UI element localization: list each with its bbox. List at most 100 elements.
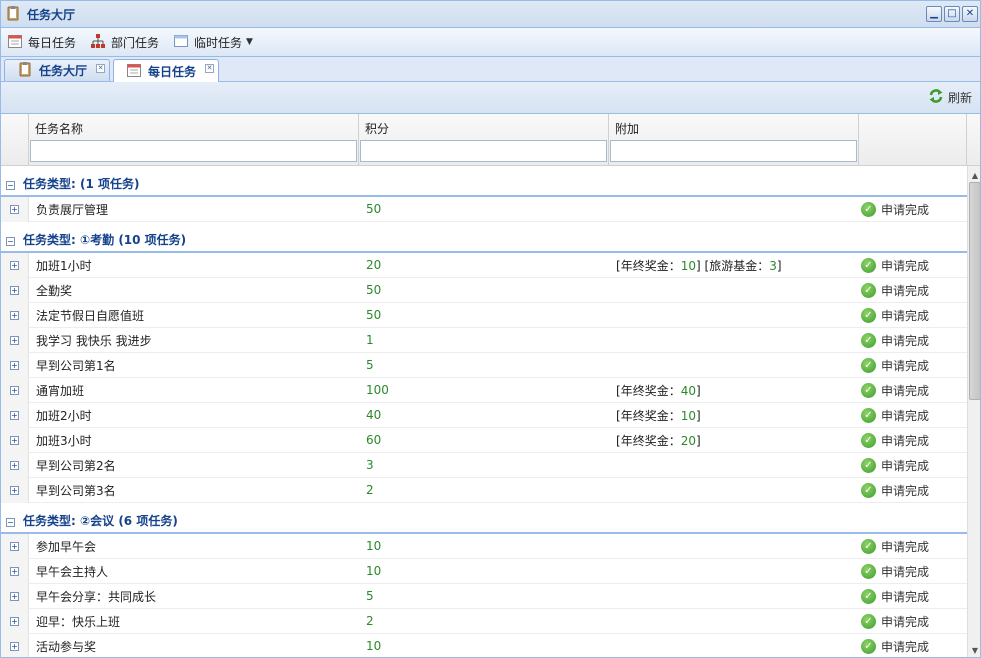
apply-complete-button[interactable]: ✓ 申请完成	[859, 457, 929, 474]
row-expander-cell[interactable]: +	[1, 427, 29, 453]
table-row[interactable]: + 负责展厅管理 50 ✓ 申请完成	[1, 196, 967, 222]
row-expander-cell[interactable]: +	[1, 352, 29, 378]
group-header-row[interactable]: − 任务类型: ①考勤 (10 项任务)	[1, 222, 967, 253]
scroll-up-icon[interactable]: ▲	[968, 168, 980, 182]
collapse-icon[interactable]: −	[6, 518, 15, 527]
apply-complete-button[interactable]: ✓ 申请完成	[859, 482, 929, 499]
expand-icon[interactable]: +	[10, 566, 19, 576]
tab-daily-task[interactable]: 每日任务 ✕	[113, 59, 219, 82]
apply-complete-button[interactable]: ✓ 申请完成	[859, 332, 929, 349]
group-header-row[interactable]: − 任务类型: ②会议 (6 项任务)	[1, 503, 967, 534]
table-row[interactable]: + 全勤奖 50 ✓ 申请完成	[1, 277, 967, 303]
task-extra-cell: [年终奖金：10] [旅游基金：3]	[609, 257, 859, 274]
check-circle-icon: ✓	[861, 282, 876, 298]
table-row[interactable]: + 早午会主持人 10 ✓ 申请完成	[1, 558, 967, 584]
expand-icon[interactable]: +	[10, 360, 19, 370]
score-filter-input[interactable]	[360, 140, 607, 162]
tab-close-icon[interactable]: ✕	[96, 64, 105, 73]
row-expander-cell[interactable]: +	[1, 377, 29, 403]
table-row[interactable]: + 通宵加班 100 [年终奖金：40] ✓ 申请完成	[1, 377, 967, 403]
expand-icon[interactable]: +	[10, 410, 19, 420]
task-score-cell: 50	[366, 202, 382, 216]
row-expander-cell[interactable]: +	[1, 583, 29, 609]
vertical-scrollbar[interactable]: ▲ ▼	[967, 166, 980, 657]
close-button[interactable]: ✕	[962, 6, 978, 22]
task-score-cell: 10	[366, 564, 382, 578]
apply-complete-label: 申请完成	[881, 614, 930, 629]
apply-complete-button[interactable]: ✓ 申请完成	[859, 201, 929, 218]
table-row[interactable]: + 加班3小时 60 [年终奖金：20] ✓ 申请完成	[1, 427, 967, 453]
table-row[interactable]: + 早到公司第2名 3 ✓ 申请完成	[1, 452, 967, 478]
window-icon	[173, 33, 189, 52]
table-row[interactable]: + 法定节假日自愿值班 50 ✓ 申请完成	[1, 302, 967, 328]
row-expander-cell[interactable]: +	[1, 452, 29, 478]
row-expander-cell[interactable]: +	[1, 252, 29, 278]
table-row[interactable]: + 加班2小时 40 [年终奖金：10] ✓ 申请完成	[1, 402, 967, 428]
tab-task-hall[interactable]: 任务大厅 ✕	[4, 59, 110, 81]
collapse-icon[interactable]: −	[6, 181, 15, 190]
group-header-row[interactable]: − 任务类型: (1 项任务)	[1, 166, 967, 197]
apply-complete-button[interactable]: ✓ 申请完成	[859, 432, 929, 449]
check-circle-icon: ✓	[861, 563, 876, 579]
row-expander-cell[interactable]: +	[1, 608, 29, 634]
row-expander-cell[interactable]: +	[1, 302, 29, 328]
expand-icon[interactable]: +	[10, 260, 19, 270]
refresh-button[interactable]: 刷新	[928, 88, 972, 107]
apply-complete-button[interactable]: ✓ 申请完成	[859, 357, 929, 374]
apply-complete-button[interactable]: ✓ 申请完成	[859, 282, 929, 299]
column-label: 任务名称	[35, 122, 84, 136]
apply-complete-button[interactable]: ✓ 申请完成	[859, 563, 929, 580]
row-expander-cell[interactable]: +	[1, 477, 29, 503]
apply-complete-button[interactable]: ✓ 申请完成	[859, 638, 929, 655]
table-row[interactable]: + 早到公司第3名 2 ✓ 申请完成	[1, 477, 967, 503]
expand-icon[interactable]: +	[10, 591, 19, 601]
expand-icon[interactable]: +	[10, 335, 19, 345]
expand-icon[interactable]: +	[10, 641, 19, 651]
row-expander-cell[interactable]: +	[1, 327, 29, 353]
temp-task-dropdown[interactable]: 临时任务 ▼	[173, 33, 253, 52]
column-header-score[interactable]: 积分	[359, 114, 609, 165]
expand-icon[interactable]: +	[10, 204, 19, 214]
apply-complete-button[interactable]: ✓ 申请完成	[859, 613, 929, 630]
maximize-button[interactable]: □	[944, 6, 960, 22]
extra-filter-input[interactable]	[610, 140, 857, 162]
apply-complete-button[interactable]: ✓ 申请完成	[859, 407, 929, 424]
collapse-icon[interactable]: −	[6, 237, 15, 246]
table-row[interactable]: + 加班1小时 20 [年终奖金：10] [旅游基金：3] ✓ 申请完成	[1, 252, 967, 278]
table-row[interactable]: + 活动参与奖 10 ✓ 申请完成	[1, 633, 967, 657]
row-expander-cell[interactable]: +	[1, 402, 29, 428]
expand-icon[interactable]: +	[10, 460, 19, 470]
scroll-thumb[interactable]	[969, 182, 980, 400]
task-score-cell: 2	[366, 483, 374, 497]
daily-task-button[interactable]: 每日任务	[7, 33, 76, 52]
row-expander-cell[interactable]: +	[1, 277, 29, 303]
table-row[interactable]: + 迎早：快乐上班 2 ✓ 申请完成	[1, 608, 967, 634]
table-row[interactable]: + 早到公司第1名 5 ✓ 申请完成	[1, 352, 967, 378]
dept-task-button[interactable]: 部门任务	[90, 33, 159, 52]
apply-complete-button[interactable]: ✓ 申请完成	[859, 257, 929, 274]
expand-icon[interactable]: +	[10, 616, 19, 626]
row-expander-cell[interactable]: +	[1, 533, 29, 559]
row-expander-cell[interactable]: +	[1, 196, 29, 222]
apply-complete-button[interactable]: ✓ 申请完成	[859, 307, 929, 324]
table-row[interactable]: + 参加早午会 10 ✓ 申请完成	[1, 533, 967, 559]
apply-complete-button[interactable]: ✓ 申请完成	[859, 382, 929, 399]
expand-icon[interactable]: +	[10, 285, 19, 295]
apply-complete-button[interactable]: ✓ 申请完成	[859, 538, 929, 555]
apply-complete-button[interactable]: ✓ 申请完成	[859, 588, 929, 605]
tab-close-icon[interactable]: ✕	[205, 64, 214, 73]
minimize-button[interactable]: ▁	[926, 6, 942, 22]
column-header-name[interactable]: 任务名称	[29, 114, 359, 165]
expand-icon[interactable]: +	[10, 541, 19, 551]
expand-icon[interactable]: +	[10, 485, 19, 495]
expand-icon[interactable]: +	[10, 435, 19, 445]
row-expander-cell[interactable]: +	[1, 633, 29, 657]
scroll-down-icon[interactable]: ▼	[968, 643, 980, 657]
expand-icon[interactable]: +	[10, 310, 19, 320]
table-row[interactable]: + 早午会分享：共同成长 5 ✓ 申请完成	[1, 583, 967, 609]
column-header-extra[interactable]: 附加	[609, 114, 859, 165]
row-expander-cell[interactable]: +	[1, 558, 29, 584]
expand-icon[interactable]: +	[10, 385, 19, 395]
name-filter-input[interactable]	[30, 140, 357, 162]
table-row[interactable]: + 我学习 我快乐 我进步 1 ✓ 申请完成	[1, 327, 967, 353]
